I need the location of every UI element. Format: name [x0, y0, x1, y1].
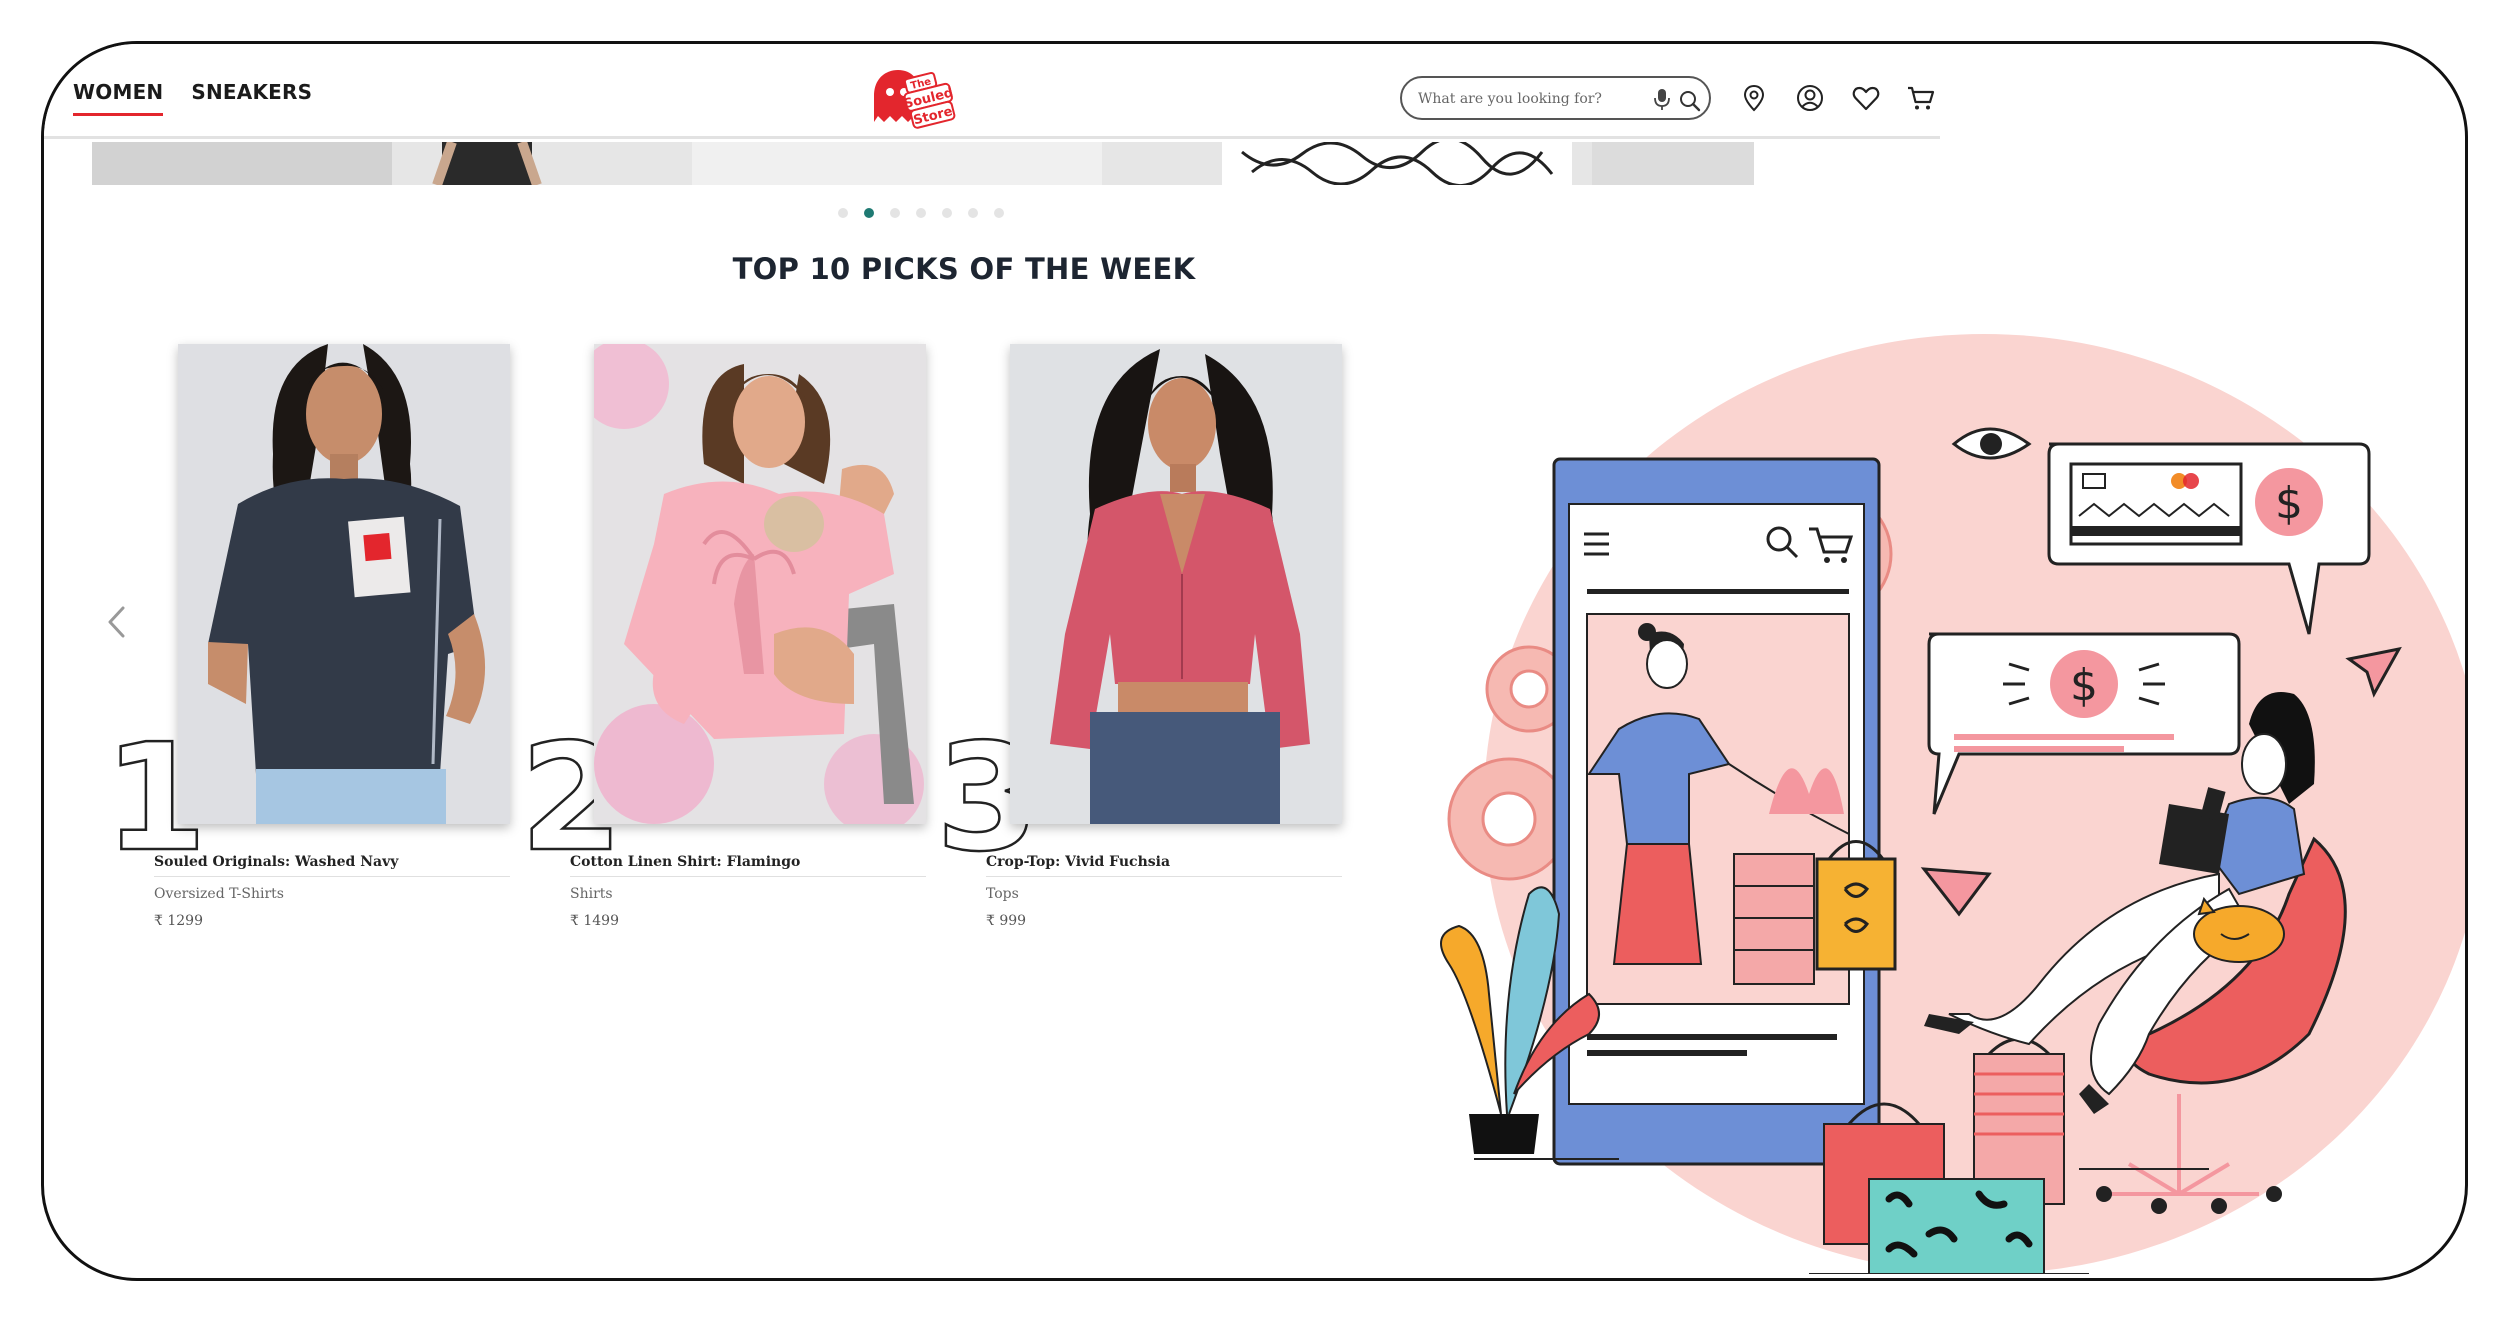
product-name[interactable]: Cotton Linen Shirt: Flamingo: [570, 854, 926, 877]
site-header: WOMEN SNEAKERS The Souled Store: [44, 44, 1940, 139]
location-icon[interactable]: [1739, 83, 1769, 113]
svg-text:$: $: [2070, 660, 2098, 711]
product-name[interactable]: Souled Originals: Washed Navy: [154, 854, 510, 877]
window-frame: WOMEN SNEAKERS The Souled Store What are…: [41, 41, 2468, 1281]
product-price: ₹ 1499: [570, 913, 619, 929]
hero-banner[interactable]: [92, 142, 1754, 185]
svg-text:$: $: [2275, 478, 2303, 529]
product-category: Shirts: [570, 886, 613, 902]
nav-item-women[interactable]: WOMEN: [73, 80, 164, 116]
carousel-dots: [838, 208, 1004, 218]
carousel-dot[interactable]: [942, 208, 952, 218]
search-input[interactable]: [1418, 87, 1643, 111]
product-image[interactable]: [178, 344, 510, 824]
carousel-dot[interactable]: [994, 208, 1004, 218]
search-bar: [1400, 76, 1711, 120]
account-icon[interactable]: [1795, 83, 1825, 113]
section-title: TOP 10 PICKS OF THE WEEK: [732, 252, 1196, 286]
product-price: ₹ 1299: [154, 913, 203, 929]
nav-item-sneakers[interactable]: SNEAKERS: [191, 80, 312, 116]
carousel-dot[interactable]: [916, 208, 926, 218]
product-name[interactable]: Crop-Top: Vivid Fuchsia: [986, 854, 1342, 877]
product-image[interactable]: [1010, 344, 1342, 824]
carousel-dot[interactable]: [890, 208, 900, 218]
wishlist-icon[interactable]: [1851, 83, 1881, 113]
product-category: Tops: [986, 886, 1019, 902]
product-card[interactable]: 1 Souled Originals: Washed Navy Oversize…: [103, 344, 510, 994]
carousel-dot[interactable]: [864, 208, 874, 218]
product-info: Crop-Top: Vivid Fuchsia Tops ₹ 999: [986, 854, 1342, 929]
product-info: Cotton Linen Shirt: Flamingo Shirts ₹ 14…: [570, 854, 926, 929]
product-price: ₹ 999: [986, 913, 1027, 929]
main-nav: WOMEN SNEAKERS: [73, 80, 312, 116]
carousel-dot[interactable]: [838, 208, 848, 218]
microphone-icon[interactable]: [1652, 88, 1672, 112]
product-image[interactable]: [594, 344, 926, 824]
online-shopping-illustration: $ $: [1440, 334, 2465, 1274]
product-category: Oversized T-Shirts: [154, 886, 284, 902]
search-icon[interactable]: [1678, 89, 1702, 113]
product-info: Souled Originals: Washed Navy Oversized …: [154, 854, 510, 929]
carousel-dot[interactable]: [968, 208, 978, 218]
product-card[interactable]: 3 Crop-Top: Vivid Fuchsia Tops ₹ 999: [935, 344, 1342, 994]
cart-icon[interactable]: [1906, 83, 1936, 113]
souled-store-logo[interactable]: The Souled Store: [868, 66, 956, 130]
product-card[interactable]: 2 Cotton Linen Shirt: Flamingo Shirts ₹ …: [519, 344, 926, 994]
